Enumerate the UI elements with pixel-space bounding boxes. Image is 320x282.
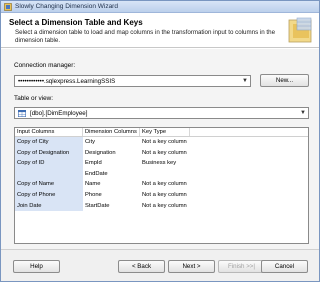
table-row[interactable]: EndDate bbox=[15, 168, 308, 180]
page-description: Select a dimension table to load and map… bbox=[15, 29, 276, 44]
connection-manager-value: ••••••••••••.sqlexpress.LearningSSIS bbox=[18, 77, 116, 85]
wizard-body: Connection manager: ••••••••••••.sqlexpr… bbox=[1, 49, 319, 249]
key-type-cell[interactable]: Not a key column bbox=[140, 148, 190, 159]
table-or-view-label: Table or view: bbox=[14, 95, 54, 102]
connection-manager-select[interactable]: ••••••••••••.sqlexpress.LearningSSIS ▼ bbox=[14, 75, 251, 87]
column-header: Key Type bbox=[140, 128, 190, 136]
column-header: Input Columns bbox=[15, 128, 83, 136]
key-type-cell[interactable]: Not a key column bbox=[140, 201, 190, 212]
grid-header: Input Columns Dimension Columns Key Type bbox=[15, 128, 308, 137]
dimension-column-cell: EndDate bbox=[85, 170, 108, 177]
table-row[interactable]: Copy of ID EmpId Business key bbox=[15, 158, 308, 169]
wizard-window: Slowly Changing Dimension Wizard Select … bbox=[0, 0, 320, 282]
input-column-cell[interactable]: Copy of Phone bbox=[15, 189, 83, 201]
input-column-cell[interactable]: Copy of Designation bbox=[15, 147, 83, 159]
window-title: Slowly Changing Dimension Wizard bbox=[15, 3, 118, 10]
table-or-view-value: [dbo].[DimEmployee] bbox=[30, 109, 88, 117]
table-row[interactable]: Copy of City City Not a key column bbox=[15, 137, 308, 148]
table-row[interactable]: Join Date StartDate Not a key column bbox=[15, 200, 308, 212]
key-type-cell[interactable]: Not a key column bbox=[140, 190, 190, 201]
cancel-button[interactable]: Cancel bbox=[261, 260, 308, 273]
wizard-footer: Help < Back Next > Finish >>| Cancel bbox=[1, 249, 319, 281]
input-column-cell[interactable]: Copy of Name bbox=[15, 179, 83, 190]
page-header: Select a Dimension Table and Keys Select… bbox=[1, 14, 319, 48]
new-connection-button[interactable]: New... bbox=[260, 74, 309, 87]
key-type-cell[interactable] bbox=[140, 169, 190, 180]
dimension-column-cell: EmpId bbox=[85, 160, 102, 167]
chevron-down-icon[interactable]: ▼ bbox=[298, 108, 308, 118]
help-button[interactable]: Help bbox=[13, 260, 60, 273]
page-title: Select a Dimension Table and Keys bbox=[9, 18, 143, 27]
column-header: Dimension Columns bbox=[83, 128, 140, 136]
dimension-column-cell: Phone bbox=[85, 191, 102, 198]
wizard-icon bbox=[4, 2, 12, 11]
dimension-table-graphic-icon bbox=[288, 17, 312, 43]
input-column-cell[interactable]: Join Date bbox=[15, 200, 83, 212]
chevron-down-icon[interactable]: ▼ bbox=[240, 76, 250, 86]
next-button[interactable]: Next > bbox=[168, 260, 215, 273]
table-or-view-select[interactable]: [dbo].[DimEmployee] ▼ bbox=[14, 107, 309, 119]
key-type-cell[interactable]: Not a key column bbox=[140, 137, 190, 148]
table-icon bbox=[18, 109, 26, 117]
table-row[interactable]: Copy of Name Name Not a key column bbox=[15, 179, 308, 190]
input-column-cell[interactable]: Copy of ID bbox=[15, 158, 83, 169]
input-column-cell[interactable]: Copy of City bbox=[15, 137, 83, 148]
table-row[interactable]: Copy of Designation Designation Not a ke… bbox=[15, 147, 308, 159]
column-mapping-grid: Input Columns Dimension Columns Key Type… bbox=[14, 127, 309, 244]
key-type-cell[interactable]: Not a key column bbox=[140, 179, 190, 190]
title-bar: Slowly Changing Dimension Wizard bbox=[1, 1, 319, 13]
dimension-column-cell: City bbox=[85, 139, 95, 145]
table-row[interactable]: Copy of Phone Phone Not a key column bbox=[15, 189, 308, 201]
input-column-cell[interactable] bbox=[15, 168, 83, 180]
dimension-column-cell: Designation bbox=[85, 149, 116, 156]
dimension-column-cell: StartDate bbox=[85, 202, 110, 209]
key-type-cell[interactable]: Business key bbox=[140, 158, 190, 169]
finish-button[interactable]: Finish >>| bbox=[218, 260, 265, 273]
connection-manager-label: Connection manager: bbox=[14, 62, 76, 69]
back-button[interactable]: < Back bbox=[118, 260, 165, 273]
dimension-column-cell: Name bbox=[85, 181, 101, 188]
